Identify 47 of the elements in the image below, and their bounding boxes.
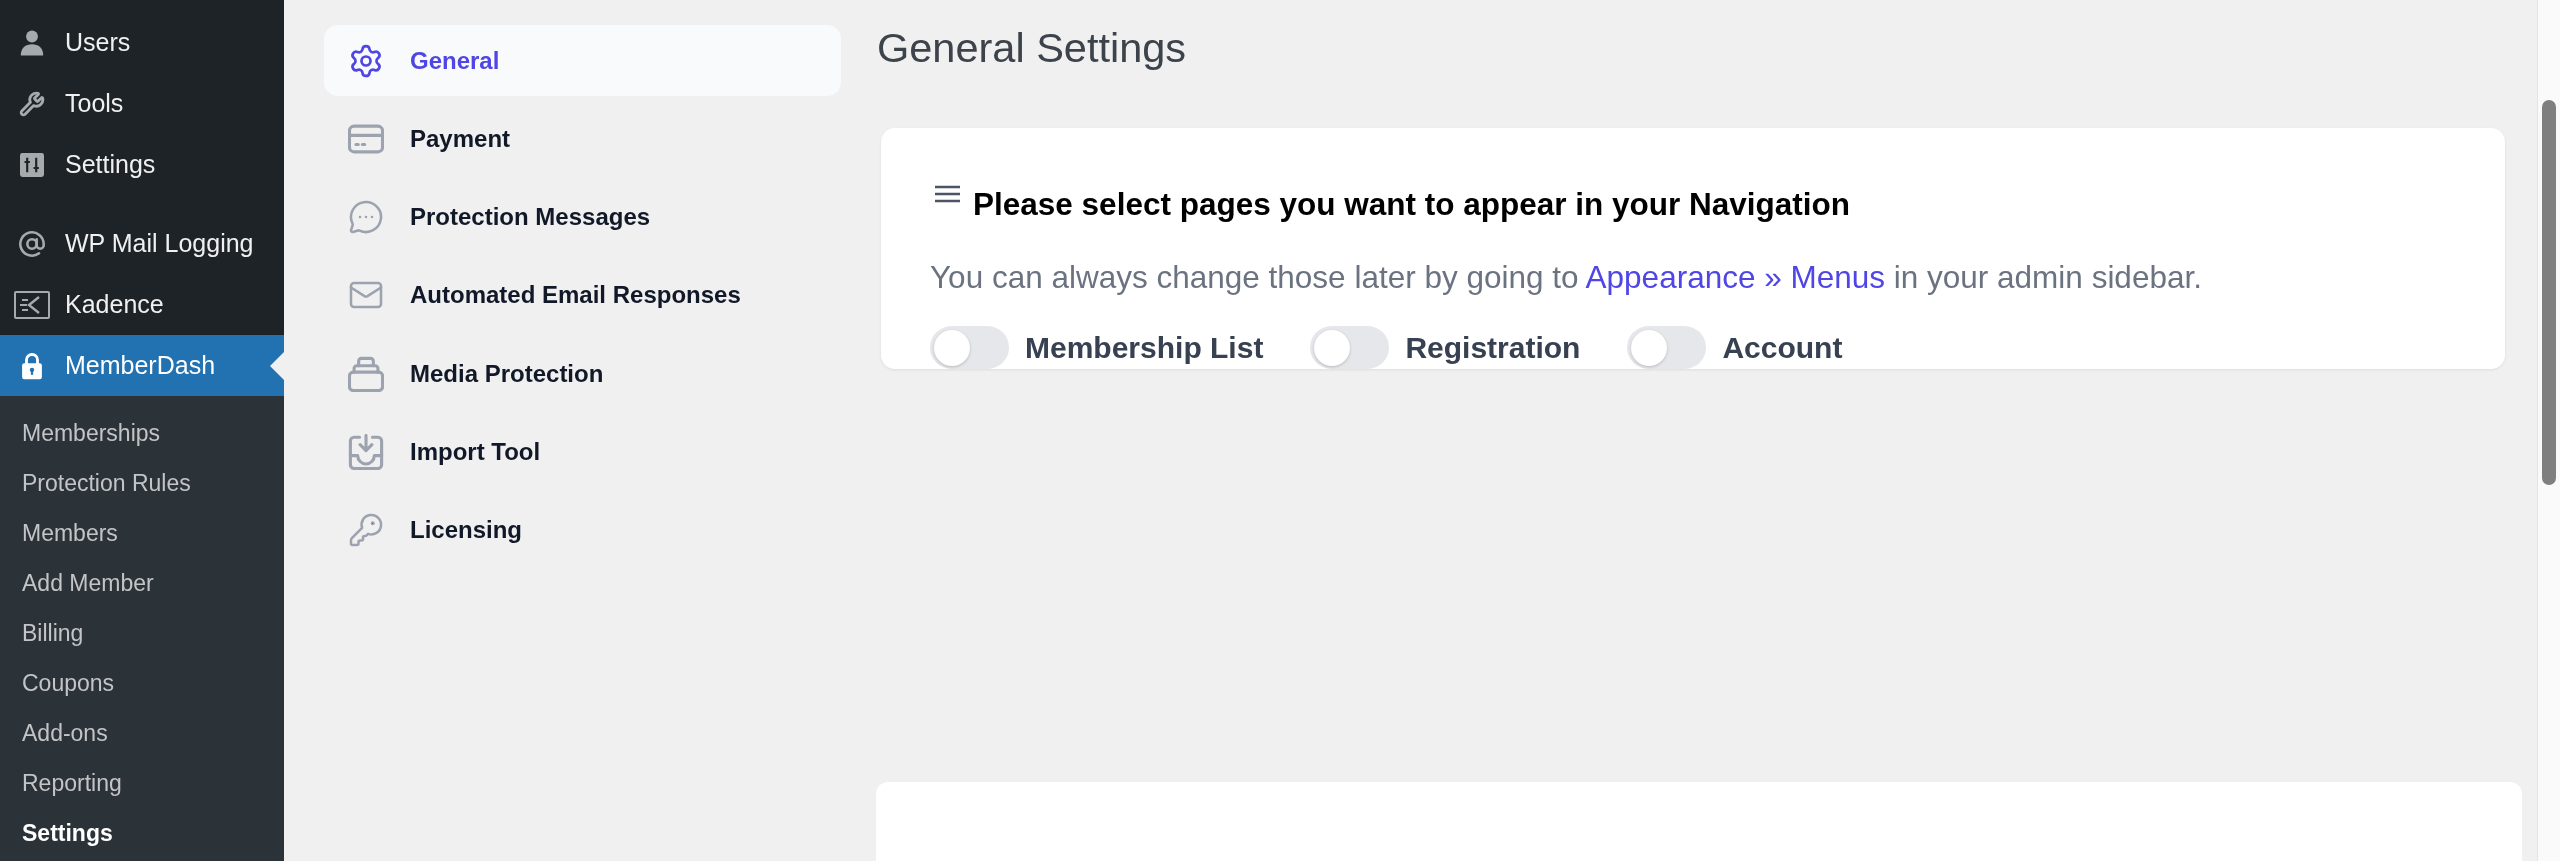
admin-submenu-item[interactable]: Members bbox=[0, 508, 284, 558]
admin-menu-item[interactable]: MemberDash bbox=[0, 335, 284, 396]
settings-nav-item[interactable]: Protection Messages bbox=[324, 181, 841, 253]
admin-submenu-item[interactable]: Protection Rules bbox=[0, 458, 284, 508]
toggle-switch[interactable] bbox=[930, 326, 1009, 369]
settings-nav-item[interactable]: Automated Email Responses bbox=[324, 259, 841, 331]
key-icon bbox=[348, 512, 384, 549]
appearance-menus-link[interactable]: Appearance » Menus bbox=[1585, 259, 1885, 295]
stacked-box-icon bbox=[348, 355, 384, 392]
scrollbar-thumb[interactable] bbox=[2542, 100, 2556, 485]
padlock-icon bbox=[21, 351, 43, 380]
toggle-switch[interactable] bbox=[1310, 326, 1390, 369]
person-icon bbox=[20, 29, 44, 56]
settings-nav-item[interactable]: General bbox=[324, 25, 841, 96]
settings-nav-item[interactable]: Licensing bbox=[324, 494, 841, 566]
admin-submenu-item[interactable]: Add Member bbox=[0, 558, 284, 608]
section-heading: Please select pages you want to appear in your Navigation bbox=[973, 185, 1851, 223]
chat-bubble-icon bbox=[348, 199, 384, 236]
help-text: You can always change those later by going to Appearance » Menus in your admin sidebar. bbox=[930, 259, 2202, 295]
admin-menu-item[interactable]: Kadence bbox=[0, 274, 284, 335]
admin-submenu-item[interactable]: Memberships bbox=[0, 408, 284, 458]
hamburger-icon bbox=[935, 185, 960, 203]
toggle-switch[interactable] bbox=[1627, 326, 1707, 369]
at-sign-icon bbox=[18, 229, 46, 258]
admin-submenu-item[interactable]: Settings bbox=[0, 808, 284, 858]
scrollbar-track[interactable] bbox=[2537, 0, 2560, 861]
admin-menu-item[interactable]: Settings bbox=[0, 134, 284, 195]
settings-icon bbox=[348, 42, 384, 79]
menu-pointer-icon bbox=[270, 351, 284, 380]
toggle-label: Account bbox=[1722, 330, 1843, 365]
sliders-icon bbox=[20, 152, 44, 177]
wrench-icon bbox=[19, 90, 45, 117]
admin-menu-item[interactable]: Tools bbox=[0, 73, 284, 134]
page-title: General Settings bbox=[877, 24, 1187, 72]
settings-nav-item[interactable]: Payment bbox=[324, 103, 841, 175]
admin-submenu-item[interactable]: Billing bbox=[0, 608, 284, 658]
admin-submenu-item[interactable]: Add-ons bbox=[0, 708, 284, 758]
admin-menu-item[interactable]: WP Mail Logging bbox=[0, 213, 284, 274]
admin-submenu-item[interactable]: Coupons bbox=[0, 658, 284, 708]
toggle-label: Membership List bbox=[1025, 330, 1264, 365]
settings-nav-item[interactable]: Import Tool bbox=[324, 416, 841, 488]
logo-icon bbox=[14, 290, 50, 319]
download-tray-icon bbox=[348, 434, 384, 470]
toggle-label: Registration bbox=[1405, 330, 1581, 365]
settings-nav-item[interactable]: Media Protection bbox=[324, 338, 841, 410]
admin-menu-item[interactable]: Users bbox=[0, 12, 284, 73]
admin-submenu-item[interactable]: Reporting bbox=[0, 758, 284, 808]
